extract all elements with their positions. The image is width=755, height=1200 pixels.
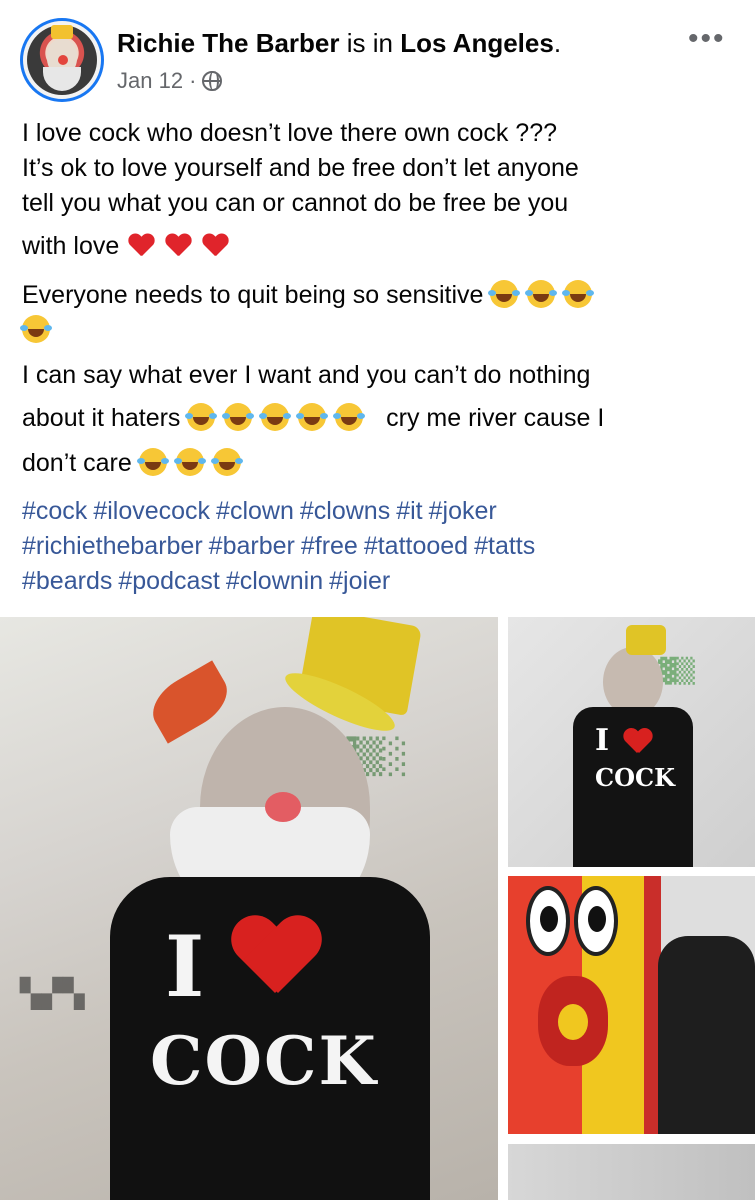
text-line-7b: cry me river cause I: [386, 404, 605, 432]
cartoon-pupil-shape: [588, 906, 606, 932]
text-line-5-wrap: Everyone needs to quit being so sensitiv…: [20, 278, 737, 348]
heart-emoji-icon: [128, 234, 154, 258]
shirt-letter: I: [595, 723, 610, 758]
hashtag-link[interactable]: #tatts: [474, 532, 535, 560]
hashtag-link[interactable]: #clowns: [300, 497, 390, 525]
text-line-2: It’s ok to love yourself and be free don…: [22, 154, 579, 182]
meta-separator: ·: [189, 68, 197, 93]
photo-thumb-2[interactable]: [508, 876, 755, 1134]
leather-jacket-shape: [658, 936, 755, 1134]
laughing-emoji-icon: [259, 403, 290, 431]
shirt-word: COCK: [595, 763, 675, 792]
post-header: Richie The Barber is in Los Angeles. Jan…: [0, 0, 755, 110]
red-hair-shape: [142, 660, 238, 744]
text-line-4-wrap: with love: [22, 229, 737, 268]
post-meta: Jan 12 ·: [117, 68, 223, 94]
hashtag-list: #cock #ilovecock #clown #clowns #it #joker #r…: [22, 494, 737, 599]
text-line-4: with love: [22, 232, 120, 260]
shirt-word: COCK: [150, 1022, 378, 1100]
hashtag-link[interactable]: #ilovecock: [93, 497, 210, 525]
title-connector: is in: [339, 28, 401, 58]
text-line-7: about it haters: [22, 404, 181, 432]
cartoon-eye-shape: [526, 886, 570, 956]
profile-avatar[interactable]: [20, 18, 104, 102]
laughing-emoji-icon: [222, 403, 253, 431]
text-line-8: don’t care: [22, 449, 132, 477]
photo-thumb-3[interactable]: [508, 1144, 755, 1200]
cartoon-pupil-shape: [540, 906, 558, 932]
laughing-emoji-icon: [525, 280, 556, 308]
text-line-3: tell you what you can or cannot do be fr…: [22, 189, 569, 217]
photo-main[interactable]: ▓▒░ ▚▞▚ I COCK: [0, 617, 498, 1200]
location-link[interactable]: Los Angeles: [400, 28, 554, 58]
heart-emoji-icon: [165, 234, 191, 258]
text-line-8-wrap: don’t care: [22, 446, 737, 481]
heart-emoji-icon: [202, 234, 228, 258]
text-line-5: Everyone needs to quit being so sensitiv…: [22, 281, 484, 309]
laughing-emoji-icon: [210, 448, 241, 476]
author-name[interactable]: Richie The Barber: [117, 28, 340, 58]
title-suffix: .: [553, 28, 562, 58]
hashtag-link[interactable]: #richiethebarber: [22, 532, 203, 560]
graffiti-decoration: ▓▒: [658, 657, 695, 685]
post-date[interactable]: Jan 12: [117, 68, 183, 94]
gold-top-hat-shape: [626, 625, 666, 655]
hashtag-link[interactable]: #barber: [209, 532, 295, 560]
more-options-icon[interactable]: •••: [688, 22, 726, 56]
shirt-heart-icon: [230, 917, 320, 997]
hashtag-link[interactable]: #clownin: [226, 567, 323, 595]
laughing-emoji-icon: [562, 280, 593, 308]
hashtag-link[interactable]: #beards: [22, 567, 112, 595]
cartoon-mouth-inner: [558, 1004, 588, 1040]
tank-top-shape: I COCK: [110, 877, 430, 1200]
laughing-emoji-icon: [185, 403, 216, 431]
graffiti-decoration: ▚▞▚: [20, 977, 85, 1010]
hashtag-link[interactable]: #it: [396, 497, 422, 525]
heart-emoji-group: [128, 233, 232, 268]
hashtag-link[interactable]: #cock: [22, 497, 87, 525]
hashtag-link[interactable]: #podcast: [118, 567, 219, 595]
tank-top-shape: I COCK: [573, 707, 693, 867]
cartoon-eye-shape: [574, 886, 618, 956]
shirt-heart-icon: [623, 729, 653, 755]
photo-thumb-1[interactable]: ▓▒ I COCK: [508, 617, 755, 867]
laughing-emoji-icon: [488, 280, 519, 308]
laughing-emoji-icon: [173, 448, 204, 476]
text-line-6: I can say what ever I want and you can’t…: [22, 361, 591, 389]
laughing-emoji-icon: [333, 403, 364, 431]
red-nose-shape: [265, 792, 301, 822]
hashtag-link[interactable]: #joier: [329, 567, 390, 595]
text-line-1: I love cock who doesn’t love there own c…: [22, 119, 558, 147]
hashtag-link[interactable]: #clown: [216, 497, 294, 525]
laughing-emoji-icon: [296, 403, 327, 431]
post-title: Richie The Barber is in Los Angeles.: [117, 28, 561, 59]
globe-icon: [202, 71, 223, 91]
hashtag-link[interactable]: #joker: [429, 497, 497, 525]
shirt-letter: I: [165, 917, 205, 1016]
hashtag-link[interactable]: #tattooed: [364, 532, 468, 560]
post-text: I love cock who doesn’t love there own c…: [20, 116, 737, 481]
laughing-emoji-icon: [20, 315, 50, 343]
photo-gallery: ▓▒░ ▚▞▚ I COCK ▓▒ I COCK: [0, 617, 755, 1200]
avatar-hat: [51, 25, 73, 39]
laughing-emoji-icon: [136, 448, 167, 476]
avatar-nose: [58, 55, 68, 65]
text-line-7-wrap: about it haters cry me river cause I: [22, 401, 737, 436]
cartoon-mouth-shape: [538, 976, 608, 1066]
hashtag-link[interactable]: #free: [301, 532, 358, 560]
